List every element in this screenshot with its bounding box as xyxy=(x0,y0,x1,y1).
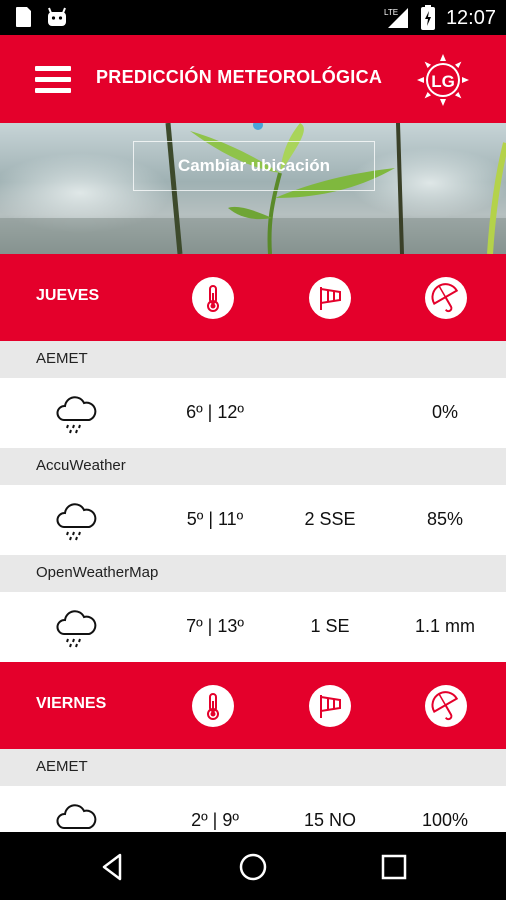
lte-signal-icon: LTE xyxy=(384,8,408,28)
wind: 1 SE xyxy=(310,616,350,636)
forecast-row: 5º | 11º 2 SSE 85% xyxy=(0,485,506,555)
sd-card-icon xyxy=(16,7,31,27)
navigation-bar xyxy=(0,832,506,900)
back-icon[interactable] xyxy=(96,850,130,884)
windsock-icon xyxy=(309,685,351,727)
svg-text:LTE: LTE xyxy=(384,8,398,17)
source-row-aemet: AEMET xyxy=(0,341,506,378)
umbrella-icon xyxy=(425,277,467,319)
temperature-range: 5º | 11º xyxy=(186,509,244,529)
hero-image: Cambiar ubicación xyxy=(0,123,506,254)
wind: 2 SSE xyxy=(304,509,356,529)
rain-cloud-icon xyxy=(56,503,97,541)
forecast-row: 6º | 12º 0% xyxy=(0,378,506,448)
thermometer-icon xyxy=(192,277,234,319)
precipitation: 0% xyxy=(431,402,458,422)
source-row-accuweather: AccuWeather xyxy=(0,448,506,485)
day-header-viernes: VIERNES xyxy=(0,662,506,749)
status-bar: LTE 12:07 xyxy=(0,0,506,35)
windsock-icon xyxy=(309,277,351,319)
lg-logo[interactable]: LG xyxy=(416,53,470,107)
temperature-range: 7º | 13º xyxy=(186,616,244,636)
source-row-aemet: AEMET xyxy=(0,749,506,786)
forecast-row: 2º | 9º 15 NO 100% xyxy=(0,786,506,832)
rain-cloud-icon xyxy=(56,396,97,434)
day-name: VIERNES xyxy=(36,695,107,712)
umbrella-icon xyxy=(425,685,467,727)
temperature-range: 6º | 12º xyxy=(186,402,244,422)
source-name: AccuWeather xyxy=(36,457,126,474)
svg-text:LG: LG xyxy=(431,72,455,91)
precipitation: 85% xyxy=(426,509,464,529)
app-bar: PREDICCIÓN METEOROLÓGICA LG xyxy=(0,35,506,123)
rain-cloud-icon xyxy=(56,610,97,648)
home-icon[interactable] xyxy=(236,850,270,884)
change-location-button[interactable]: Cambiar ubicación xyxy=(133,141,375,191)
precipitation: 100% xyxy=(421,810,469,830)
temperature-range: 2º | 9º xyxy=(191,810,239,830)
forecast-row: 7º | 13º 1 SE 1.1 mm xyxy=(0,592,506,662)
battery-icon xyxy=(420,5,435,30)
thermometer-icon xyxy=(192,685,234,727)
rain-cloud-icon xyxy=(56,804,97,829)
page-title: PREDICCIÓN METEOROLÓGICA xyxy=(96,67,383,87)
day-header-jueves: JUEVES xyxy=(0,254,506,341)
menu-button[interactable] xyxy=(35,66,71,94)
source-row-openweathermap: OpenWeatherMap xyxy=(0,555,506,592)
android-icon xyxy=(48,7,66,26)
day-name: JUEVES xyxy=(36,287,100,304)
source-name: AEMET xyxy=(36,350,88,367)
wind: 15 NO xyxy=(303,810,357,830)
clock: 12:07 xyxy=(445,6,496,29)
precipitation: 1.1 mm xyxy=(414,616,475,636)
source-name: OpenWeatherMap xyxy=(36,564,159,581)
source-name: AEMET xyxy=(36,758,88,775)
recents-icon[interactable] xyxy=(377,850,411,884)
